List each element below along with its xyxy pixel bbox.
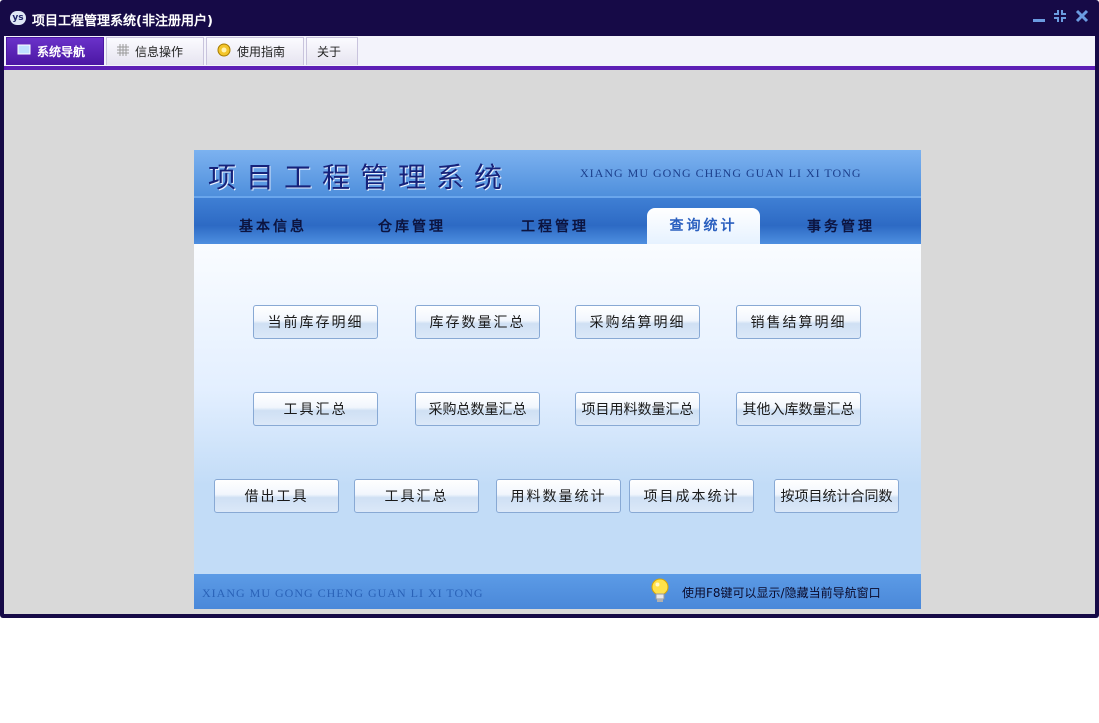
menu-tab-label: 信息操作 xyxy=(135,45,184,59)
monitor-icon xyxy=(17,44,31,59)
purchase-settlement-detail-button[interactable]: 采购结算明细 xyxy=(575,305,700,339)
system-title: 项目工程管理系统 xyxy=(208,161,513,194)
tab-warehouse[interactable]: 仓库管理 xyxy=(357,212,467,242)
menu-tab-label: 使用指南 xyxy=(237,45,286,59)
menu-tab-label: 系统导航 xyxy=(37,45,86,59)
project-material-quantity-button[interactable]: 项目用料数量汇总 xyxy=(575,392,700,426)
restore-icon[interactable] xyxy=(1052,9,1068,27)
close-icon[interactable] xyxy=(1074,9,1090,27)
system-subtitle: XIANG MU GONG CHENG GUAN LI XI TONG xyxy=(580,166,862,180)
menu-tab-guide[interactable]: 使用指南 xyxy=(206,37,304,65)
f8-hint-text: 使用F8键可以显示/隐藏当前导航窗口 xyxy=(682,586,881,600)
app-logo-icon: ys xyxy=(10,11,26,25)
menu-tab-system-nav[interactable]: 系统导航 xyxy=(6,37,104,65)
tab-basic-info[interactable]: 基本信息 xyxy=(218,212,328,242)
lend-tools-button[interactable]: 借出工具 xyxy=(214,479,339,513)
tool-summary-button[interactable]: 工具汇总 xyxy=(253,392,378,426)
contracts-by-project-button[interactable]: 按项目统计合同数 xyxy=(774,479,899,513)
menu-bar: 系统导航 信息操作 使用指南 关于 xyxy=(4,36,1095,66)
menu-tab-info-ops[interactable]: 信息操作 xyxy=(106,37,204,65)
project-cost-stats-button[interactable]: 项目成本统计 xyxy=(629,479,754,513)
purchase-total-quantity-button[interactable]: 采购总数量汇总 xyxy=(415,392,540,426)
menu-tab-about[interactable]: 关于 xyxy=(306,37,358,65)
tab-query-stats[interactable]: 查询统计 xyxy=(647,208,760,244)
panel-banner: 项目工程管理系统 XIANG MU GONG CHENG GUAN LI XI … xyxy=(194,150,921,196)
lightbulb-icon xyxy=(650,578,670,604)
menu-tab-label: 关于 xyxy=(317,45,342,59)
other-inbound-quantity-button[interactable]: 其他入库数量汇总 xyxy=(736,392,861,426)
window-title: 项目工程管理系统(非注册用户) xyxy=(32,14,213,29)
tab-engineering[interactable]: 工程管理 xyxy=(500,212,610,242)
title-bar[interactable]: ys 项目工程管理系统(非注册用户) xyxy=(0,0,1099,36)
grid-icon xyxy=(117,44,129,59)
panel-footer: XIANG MU GONG CHENG GUAN LI XI TONG 使用F8… xyxy=(194,574,921,609)
material-quantity-stats-button[interactable]: 用料数量统计 xyxy=(496,479,621,513)
stock-quantity-summary-button[interactable]: 库存数量汇总 xyxy=(415,305,540,339)
minimize-icon[interactable] xyxy=(1031,9,1047,27)
sales-settlement-detail-button[interactable]: 销售结算明细 xyxy=(736,305,861,339)
navigation-panel: 项目工程管理系统 XIANG MU GONG CHENG GUAN LI XI … xyxy=(194,150,921,609)
tab-affairs[interactable]: 事务管理 xyxy=(786,212,896,242)
help-icon xyxy=(217,43,231,60)
footer-subtitle: XIANG MU GONG CHENG GUAN LI XI TONG xyxy=(202,586,484,600)
module-tab-bar: 基本信息 仓库管理 工程管理 查询统计 事务管理 xyxy=(194,196,921,244)
current-stock-detail-button[interactable]: 当前库存明细 xyxy=(253,305,378,339)
tool-summary-2-button[interactable]: 工具汇总 xyxy=(354,479,479,513)
